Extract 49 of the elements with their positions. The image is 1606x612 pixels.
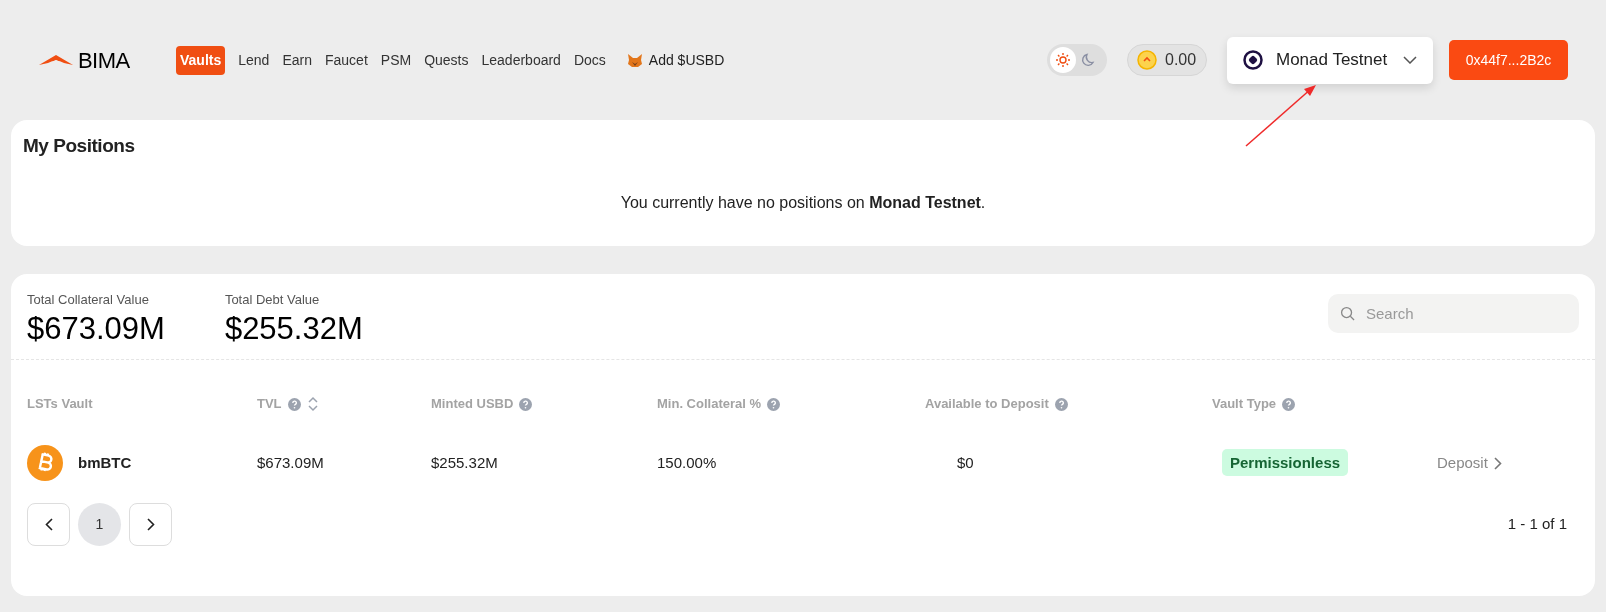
theme-toggle[interactable] bbox=[1047, 44, 1107, 76]
coin-icon bbox=[1137, 50, 1157, 70]
previous-page-button[interactable] bbox=[27, 503, 70, 546]
network-logo-icon bbox=[1243, 50, 1263, 70]
logo-icon bbox=[38, 52, 74, 68]
search-field[interactable]: Search bbox=[1328, 294, 1579, 333]
nav-link[interactable]: Leaderboard bbox=[481, 45, 561, 75]
bitcoin-icon bbox=[27, 445, 63, 481]
table-cell: $673.09M bbox=[257, 453, 324, 471]
table-cell: $255.32M bbox=[431, 453, 498, 471]
stat-label: Total Debt Value bbox=[224, 291, 321, 309]
chevron-right-icon bbox=[1493, 456, 1502, 470]
nav-link[interactable]: Vaults bbox=[176, 45, 226, 75]
column-header: Minted USBD bbox=[431, 395, 514, 414]
vault-name: bmBTC bbox=[78, 452, 132, 473]
column-header: TVL bbox=[257, 395, 282, 414]
nav-link[interactable]: Docs bbox=[573, 45, 606, 75]
deposit-link[interactable]: Deposit bbox=[1437, 451, 1502, 475]
network-selector[interactable]: Monad Testnet bbox=[1227, 36, 1433, 84]
nav-link[interactable]: Lend bbox=[238, 45, 270, 75]
nav-link[interactable]: Earn bbox=[282, 45, 312, 75]
column-header: Vault Type bbox=[1212, 395, 1277, 414]
next-page-button[interactable] bbox=[129, 503, 172, 546]
column-header: Available to Deposit bbox=[925, 395, 1049, 414]
sun-icon bbox=[1055, 52, 1071, 68]
page-button[interactable]: 1 bbox=[78, 503, 121, 546]
brand-name: BIMA bbox=[78, 46, 130, 75]
table-cell: $0 bbox=[957, 453, 974, 471]
chevron-down-icon bbox=[1403, 56, 1417, 64]
page-summary: 1 - 1 of 1 bbox=[1507, 514, 1567, 535]
stat-value: $255.32M bbox=[224, 309, 363, 348]
section-title: My Positions bbox=[23, 134, 136, 158]
table-cell: 150.00% bbox=[657, 453, 717, 471]
empty-message: You currently have no positions on Monad Testnet. bbox=[619, 192, 987, 213]
add-token-link[interactable]: Add $USBD bbox=[626, 49, 725, 71]
nav-link[interactable]: Faucet bbox=[325, 45, 368, 75]
stat-label: Total Collateral Value bbox=[27, 291, 150, 309]
chevron-right-icon bbox=[146, 518, 155, 531]
nav-link[interactable]: Quests bbox=[424, 45, 469, 75]
moon-icon bbox=[1081, 52, 1097, 68]
balance-pill[interactable]: 0.00 bbox=[1127, 44, 1207, 76]
sort-icon[interactable] bbox=[306, 396, 319, 412]
vault-type-tag: Permissionless bbox=[1222, 448, 1349, 476]
nav-link[interactable]: PSM bbox=[380, 45, 412, 75]
chevron-left-icon bbox=[44, 518, 53, 531]
column-header: LSTs Vault bbox=[27, 395, 93, 414]
column-header: Min. Collateral % bbox=[657, 395, 762, 414]
stat-value: $673.09M bbox=[27, 309, 165, 348]
fox-icon bbox=[626, 52, 643, 68]
